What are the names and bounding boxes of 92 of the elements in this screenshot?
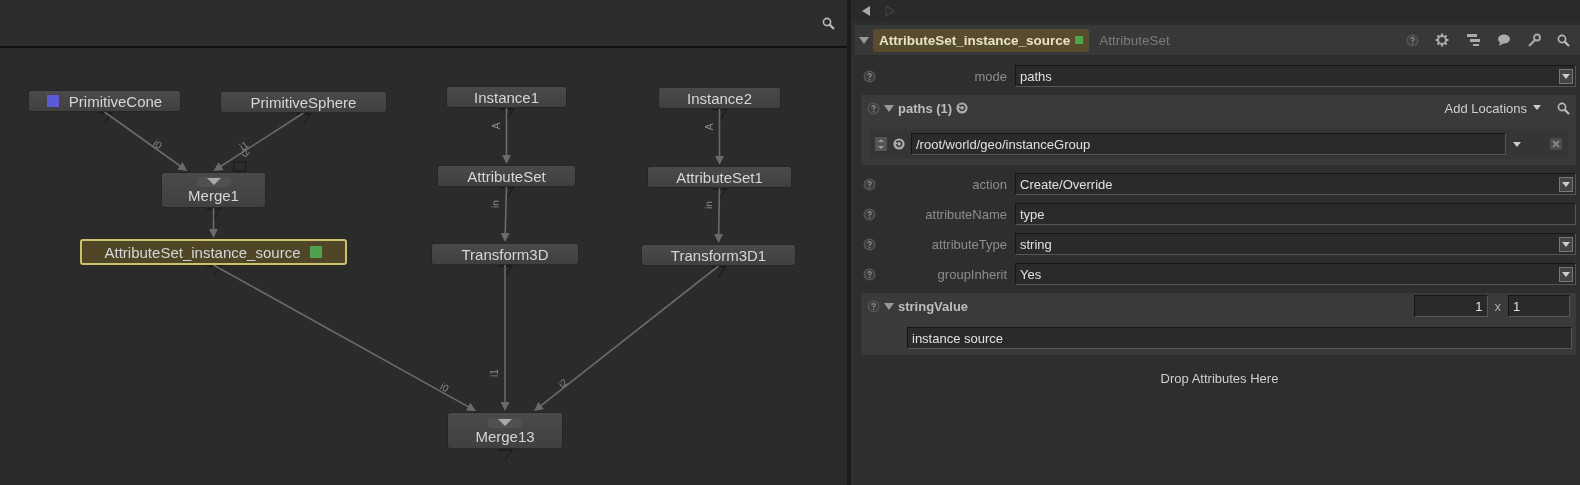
graph-node[interactable]: Transform3D [431,243,579,265]
search-icon[interactable] [1557,33,1570,47]
node-type-label: AttributeSet [1099,32,1171,48]
edge-label: i1 [489,369,500,377]
edge-label: A [490,122,502,130]
text-field[interactable]: type [1015,203,1576,225]
caret-icon [498,419,512,427]
path-field[interactable]: /root/world/geo/instanceGroup [911,133,1506,155]
parameter-label: attributeName [924,206,1007,222]
output-port-icon[interactable] [205,265,222,277]
output-port-icon[interactable] [498,187,515,199]
edge-label: A [703,123,715,131]
output-port-icon[interactable] [710,266,727,278]
node-name-label: AttributeSet_instance_source [873,28,1090,52]
dropdown[interactable]: Yes [1015,263,1576,285]
speech-bubble-icon[interactable] [1497,33,1511,47]
reset-icon[interactable] [956,102,969,114]
edge-arrow[interactable] [213,112,305,171]
edge-arrow[interactable] [103,111,188,171]
help-icon[interactable] [863,177,876,191]
edge-label: i0 [438,380,451,395]
help-icon[interactable] [867,299,880,313]
gear-icon[interactable] [1435,33,1449,47]
output-port-icon[interactable] [711,109,728,121]
graph-node[interactable]: Instance2 [658,87,781,109]
output-port-icon[interactable] [497,265,514,277]
delete-icon[interactable] [1550,138,1562,150]
times-label: x [1494,298,1501,314]
graph-node[interactable]: PrimitiveSphere [220,91,387,113]
dropdown[interactable]: string [1015,233,1576,255]
caret-icon [206,178,221,186]
graph-node[interactable]: Instance1 [446,86,567,108]
parameter-label: groupInherit [936,266,1007,282]
edge-arrow[interactable] [209,207,218,238]
graph-node[interactable]: AttributeSet1 [647,166,792,188]
graph-node[interactable]: AttributeSet_instance_source [80,239,347,265]
search-icon[interactable] [822,16,835,30]
group-title: stringValue [898,298,969,314]
parameter-label: mode [973,68,1007,84]
help-icon[interactable] [863,207,876,221]
drop-hint: Drop Attributes Here [1159,371,1280,386]
help-icon[interactable] [867,101,880,115]
caret-icon [1561,72,1571,80]
edge-arrow[interactable] [715,108,724,165]
help-icon[interactable] [863,69,876,83]
edge-label: i2 [556,376,570,390]
wrench-icon[interactable] [1527,33,1541,47]
number-field[interactable]: 1 [1413,295,1488,317]
output-port-icon[interactable] [295,113,312,125]
output-port-icon[interactable] [205,208,222,220]
parameter-label: attributeType [930,236,1007,252]
graph-node[interactable]: AttributeSet [437,165,576,187]
help-icon[interactable] [863,237,876,251]
expand-icon[interactable] [487,418,523,428]
edge-arrow[interactable] [714,187,724,243]
number-field[interactable]: 1 [1508,295,1570,317]
group-title: paths (1) [898,100,953,116]
collapse-icon[interactable] [884,301,894,311]
add-locations-button[interactable]: Add Locations [1440,100,1545,116]
edge-label: in [489,199,502,208]
edge-label: in [703,200,715,209]
caret-icon [1561,180,1571,188]
collapse-icon[interactable] [884,103,894,113]
graph-node[interactable]: Merge1 [161,172,266,208]
graph-node[interactable]: Merge13 [447,412,563,449]
output-port-icon[interactable] [96,112,113,124]
dropdown[interactable]: Create/Override [1015,173,1576,195]
dropdown[interactable]: paths [1015,65,1576,87]
collapse-icon[interactable] [859,35,869,45]
output-port-icon[interactable] [711,188,728,200]
edge-arrow[interactable] [502,107,511,164]
edge-arrow[interactable] [500,264,510,411]
hierarchy-icon[interactable] [1465,33,1481,47]
text-field[interactable]: instance source [907,327,1572,349]
caret-icon [1561,270,1571,278]
caret-icon [1561,240,1571,248]
help-icon[interactable] [1406,33,1419,47]
edge-label: i0 [151,137,164,152]
graph-node[interactable]: PrimitiveCone [28,90,181,112]
help-icon[interactable] [863,267,876,281]
parameter-label: action [971,176,1007,192]
caret-icon[interactable] [1512,140,1522,148]
graph-node[interactable]: Transform3D1 [641,244,796,266]
input-port-icon[interactable] [233,161,247,172]
output-port-icon[interactable] [498,108,515,120]
caret-icon [1533,105,1541,111]
expand-icon[interactable] [195,177,232,187]
edge-arrow[interactable] [500,186,510,242]
back-icon[interactable] [861,5,871,17]
search-icon[interactable] [1557,101,1570,115]
drag-handle-icon[interactable] [875,137,887,151]
reset-icon[interactable] [893,138,905,150]
